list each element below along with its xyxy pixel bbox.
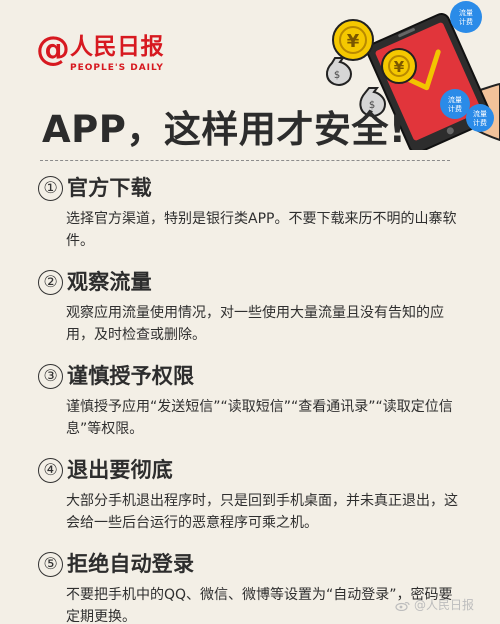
tip-3: ③ 谨慎授予权限 谨慎授予应用“发送短信”“读取短信”“查看通讯录”“读取定位信… [38,360,466,440]
tip-title: 拒绝自动登录 [67,552,195,576]
number-badge: ① [38,175,63,201]
tip-title: 官方下载 [67,176,152,200]
svg-text:流量: 流量 [448,95,462,104]
tip-body: 大部分手机退出程序时，只是回到手机桌面，并未真正退出，这会给一些后台运行的恶意程… [66,493,458,531]
tip-title: 退出要彻底 [67,458,173,482]
dashed-divider [40,160,450,161]
tip-1: ① 官方下载 选择官方渠道，特别是银行类APP。不要下载来历不明的山寨软件。 [38,172,466,252]
tip-2: ② 观察流量 观察应用流量使用情况，对一些使用大量流量且没有告知的应用，及时检查… [38,266,466,346]
at-logo-icon: @ [36,29,70,69]
tip-body: 选择官方渠道，特别是银行类APP。不要下载来历不明的山寨软件。 [66,211,457,249]
number-badge: ⑤ [38,551,63,577]
infographic-page: @ 人民日报 PEOPLE'S DAILY ¥ ¥ $ $ 流量 计费 流量 计… [0,0,500,624]
number-badge: ④ [38,457,63,483]
svg-text:计费: 计费 [473,118,487,127]
svg-text:流量: 流量 [459,8,473,17]
tip-4: ④ 退出要彻底 大部分手机退出程序时，只是回到手机桌面，并未真正退出，这会给一些… [38,454,466,534]
tip-1-title-row: ① 官方下载 [38,172,466,204]
svg-text:$: $ [334,70,340,81]
logo-title: 人民日报 [70,34,164,60]
tip-body: 观察应用流量使用情况，对一些使用大量流量且没有告知的应用，及时检查或删除。 [66,305,444,343]
svg-text:¥: ¥ [394,58,405,76]
svg-text:¥: ¥ [347,31,360,52]
people-daily-logo: @ 人民日报 PEOPLE'S DAILY [36,30,196,84]
tip-title: 观察流量 [67,270,152,294]
weibo-watermark: @人民日报 [395,598,474,612]
weibo-icon [395,601,410,611]
number-badge: ② [38,269,63,295]
tip-body: 谨慎授予应用“发送短信”“读取短信”“查看通讯录”“读取定位信息”等权限。 [66,399,453,437]
svg-text:流量: 流量 [473,109,487,118]
logo-subtitle: PEOPLE'S DAILY [70,63,164,73]
page-title: APP，这样用才安全! [42,108,407,151]
svg-text:计费: 计费 [459,17,473,26]
number-badge: ③ [38,363,63,389]
tip-5: ⑤ 拒绝自动登录 不要把手机中的QQ、微信、微博等设置为“自动登录”，密码要定期… [38,548,466,624]
tip-4-title-row: ④ 退出要彻底 [38,454,466,486]
tip-2-title-row: ② 观察流量 [38,266,466,298]
tip-3-title-row: ③ 谨慎授予权限 [38,360,466,392]
tip-5-title-row: ⑤ 拒绝自动登录 [38,548,466,580]
svg-text:计费: 计费 [448,104,462,113]
tip-title: 谨慎授予权限 [67,364,195,388]
watermark-text: @人民日报 [413,598,474,612]
tips-list: ① 官方下载 选择官方渠道，特别是银行类APP。不要下载来历不明的山寨软件。 ②… [38,172,466,624]
